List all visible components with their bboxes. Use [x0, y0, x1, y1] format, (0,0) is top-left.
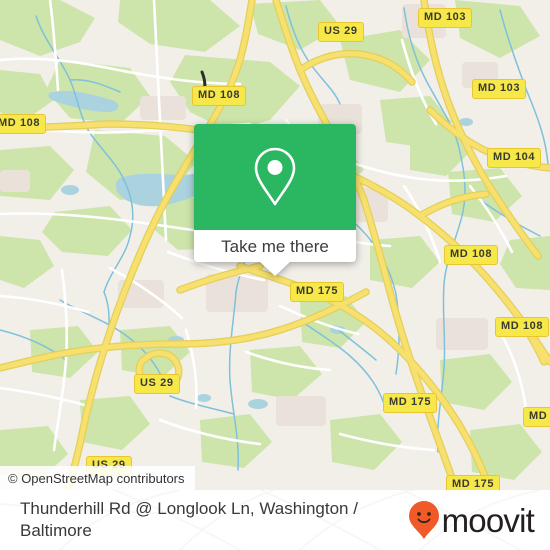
- osm-attribution: © OpenStreetMap contributors: [0, 466, 195, 490]
- road-shield: MD 103: [472, 79, 527, 99]
- popup-image-area: [194, 124, 356, 230]
- road-shield: MD 175: [523, 407, 550, 427]
- road-shield: MD 175: [446, 475, 501, 490]
- location-title: Thunderhill Rd @ Longlook Ln, Washington…: [20, 498, 358, 540]
- popup-pointer-tail: [259, 261, 291, 276]
- map-pin-icon: [254, 147, 296, 206]
- screenshot-root: US 29 MD 103 MD 103 MD 108 MD 108 MD 104 MD 10…: [0, 0, 550, 550]
- road-shield: MD 104: [487, 148, 542, 168]
- osm-attribution-text: © OpenStreetMap contributors: [8, 470, 185, 486]
- footer-content: Thunderhill Rd @ Longlook Ln, Washington…: [0, 490, 550, 550]
- footer-bar: Thunderhill Rd @ Longlook Ln, Washington…: [0, 490, 550, 550]
- road-shield: US 29: [134, 374, 180, 394]
- location-popup-card[interactable]: Take me there: [194, 124, 356, 276]
- take-me-there-label: Take me there: [221, 236, 329, 256]
- map-canvas[interactable]: US 29 MD 103 MD 103 MD 108 MD 108 MD 104 MD 10…: [0, 0, 550, 490]
- road-shield: MD 175: [290, 282, 345, 302]
- popup-action-bar[interactable]: Take me there: [194, 230, 356, 262]
- road-shield: MD 108: [495, 317, 550, 337]
- road-shield: US 29: [318, 22, 364, 42]
- moovit-smiley-pin-icon: [408, 501, 439, 539]
- road-shield: MD 108: [444, 245, 499, 265]
- road-shield: MD 108: [0, 114, 47, 134]
- moovit-wordmark: moovit: [441, 501, 535, 539]
- road-shield: MD 175: [383, 393, 438, 413]
- moovit-brand-logo: moovit: [408, 500, 535, 540]
- road-shield: MD 108: [192, 86, 247, 106]
- road-shield: MD 103: [418, 8, 473, 28]
